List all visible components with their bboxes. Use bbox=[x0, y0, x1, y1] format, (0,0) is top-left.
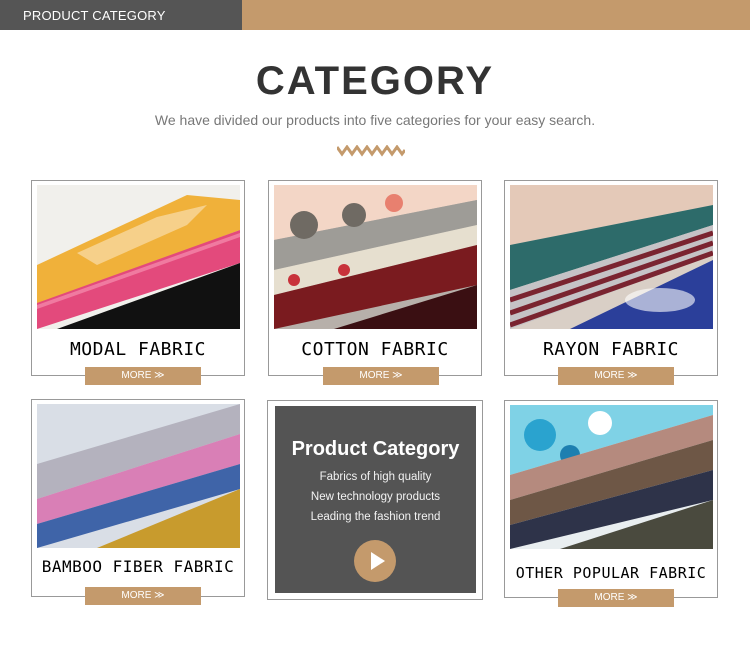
page-title: CATEGORY bbox=[255, 59, 495, 103]
promo-line: New technology products bbox=[310, 491, 441, 503]
play-icon bbox=[371, 552, 385, 570]
modal-fabric-image[interactable] bbox=[37, 185, 240, 329]
promo-line: Fabrics of high quality bbox=[319, 471, 432, 483]
more-button[interactable]: MORE ≫ bbox=[323, 367, 439, 385]
rayon-fabric-image[interactable] bbox=[510, 185, 713, 329]
category-card-modal[interactable]: MODAL FABRIC MORE ≫ bbox=[31, 180, 245, 385]
more-button[interactable]: MORE ≫ bbox=[558, 589, 674, 607]
play-button[interactable] bbox=[354, 540, 396, 582]
other-fabric-image[interactable] bbox=[510, 405, 713, 549]
bamboo-fabric-image[interactable] bbox=[37, 404, 240, 548]
category-label: MODAL FABRIC bbox=[69, 339, 207, 360]
category-label: COTTON FABRIC bbox=[301, 339, 449, 360]
category-card-other[interactable]: OTHER POPULAR FABRIC MORE ≫ bbox=[504, 400, 718, 607]
category-card-cotton[interactable]: COTTON FABRIC MORE ≫ bbox=[268, 180, 482, 385]
more-button[interactable]: MORE ≫ bbox=[85, 367, 201, 385]
top-bar: PRODUCT CATEGORY bbox=[0, 0, 750, 30]
promo-line: Leading the fashion trend bbox=[310, 511, 441, 523]
zigzag-divider-icon bbox=[337, 145, 405, 157]
cotton-fabric-image[interactable] bbox=[274, 185, 477, 329]
promo-title: Product Category bbox=[291, 438, 460, 460]
category-label: OTHER POPULAR FABRIC bbox=[515, 564, 707, 582]
category-card-rayon[interactable]: RAYON FABRIC MORE ≫ bbox=[504, 180, 718, 385]
more-button[interactable]: MORE ≫ bbox=[85, 587, 201, 605]
product-category-promo: Product Category Fabrics of high quality… bbox=[275, 406, 476, 593]
promo-frame: Product Category Fabrics of high quality… bbox=[267, 400, 483, 600]
category-label: BAMBOO FIBER FABRIC bbox=[41, 557, 235, 576]
category-label: RAYON FABRIC bbox=[542, 339, 680, 360]
category-card-bamboo[interactable]: BAMBOO FIBER FABRIC MORE ≫ bbox=[31, 399, 245, 605]
page-subtitle: We have divided our products into five c… bbox=[154, 112, 596, 128]
section-tab: PRODUCT CATEGORY bbox=[0, 0, 242, 30]
more-button[interactable]: MORE ≫ bbox=[558, 367, 674, 385]
